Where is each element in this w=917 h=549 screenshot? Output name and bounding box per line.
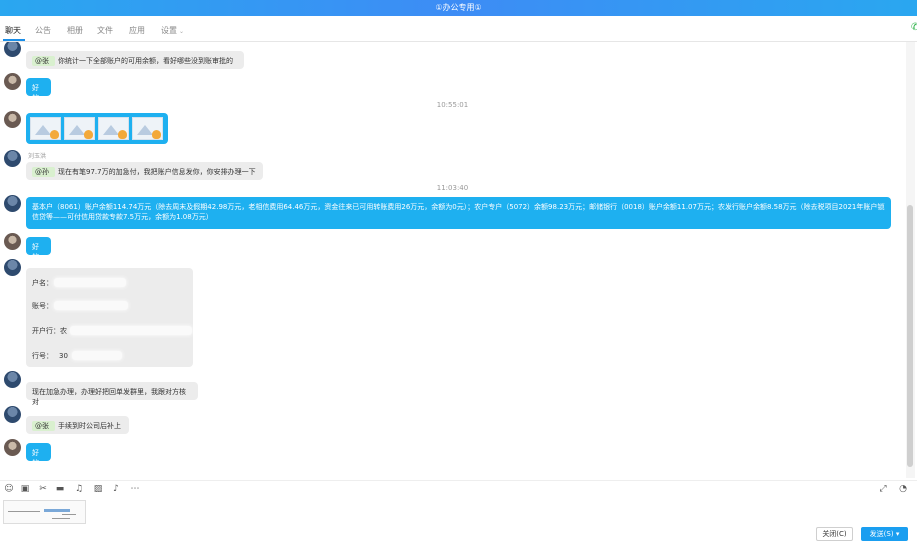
screenshot-icon[interactable]: ▣ [20,484,30,494]
avatar[interactable] [4,406,21,423]
message-text-line: 基本户（8061）账户余额114.74万元（除去周末及假期42.98万元，老相信… [32,203,885,211]
code-row: 行号： 30 [32,351,68,361]
message-bubble[interactable]: 好的 [26,78,51,102]
redacted-value [72,351,122,360]
send-button-label: 发送(S) [869,530,894,538]
scrollbar-thumb[interactable] [907,205,913,467]
hand-icon [84,130,93,139]
message-text: 现在有笔97.7万的加急付，我把账户信息发你，你安排办理一下 [58,168,256,176]
timestamp: 11:03:40 [436,184,469,192]
bell-icon[interactable]: ♪ [111,484,121,494]
hand-icon [50,130,59,139]
message-bubble[interactable]: @张 你统计一下全部账户的可用余额，看好哪些没到账审批的 [26,51,244,69]
pasted-image-preview[interactable] [3,500,86,524]
message-input[interactable] [0,498,917,549]
image-message[interactable] [26,113,168,144]
message-text: 手续到时公司后补上 [58,422,121,430]
hand-icon [118,130,127,139]
avatar[interactable] [4,195,21,212]
image-thumbnail[interactable] [64,117,95,140]
tab-settings-label: 设置 [161,26,177,35]
redacted-value [54,278,126,287]
avatar[interactable] [4,233,21,250]
message-text: 你统计一下全部账户的可用余额，看好哪些没到账审批的 [58,57,233,65]
chat-history[interactable]: @张 你统计一下全部账户的可用余额，看好哪些没到账审批的 好的 10:55:01 … [0,42,905,478]
tab-bar: 聊天 公告 相册 文件 应用 设置 ⌄ [0,18,917,42]
message-bubble[interactable]: @张 手续到时公司后补上 [26,416,129,434]
folder-icon[interactable]: ▬ [55,484,65,494]
window-title: ①办公专用① [0,0,917,16]
expand-icon[interactable]: ⤢ [878,484,888,494]
avatar[interactable] [4,150,21,167]
avatar[interactable] [4,73,21,90]
avatar[interactable] [4,259,21,276]
mention-tag: @孙 [32,167,55,177]
message-bubble[interactable]: 好的 [26,443,51,467]
message-bubble[interactable]: 现在加急办理，办理好把回单发群里，我跟对方核对 [26,382,198,406]
more-icon[interactable]: ⋯ [128,484,142,494]
tab-apps[interactable]: 应用 [129,25,145,36]
music-icon[interactable]: ♫ [74,484,84,494]
message-bubble[interactable]: 基本户（8061）账户余额114.74万元（除去周末及假期42.98万元，老相信… [26,197,891,229]
timestamp: 10:55:01 [436,101,469,109]
image-thumbnail[interactable] [132,117,163,140]
tab-chat[interactable]: 聊天 [5,25,21,36]
bank-row: 开户行：农 [32,326,67,336]
avatar[interactable] [4,111,21,128]
sender-name: 刘玉洪 [28,153,47,160]
bank-code-value: 30 [59,352,68,360]
tab-announcement[interactable]: 公告 [35,25,51,36]
send-options-icon[interactable]: ▾ [896,530,900,538]
image-thumbnail[interactable] [30,117,61,140]
chevron-down-icon: ⌄ [179,28,185,35]
mention-tag: @张 [32,421,55,431]
avatar[interactable] [4,371,21,388]
mention-tag: @张 [32,56,55,66]
message-text-line: 信贷等——可付信用贷款专款7.5万元，余额为1.08万元） [32,213,213,221]
tab-settings[interactable]: 设置 ⌄ [161,25,184,36]
message-bubble[interactable]: 好的 [26,237,51,261]
avatar[interactable] [4,439,21,456]
image-thumbnail[interactable] [98,117,129,140]
send-button[interactable]: 发送(S) ▾ [861,527,908,541]
avatar[interactable] [4,42,21,57]
phone-icon[interactable]: ✆ [911,22,917,33]
message-bubble[interactable]: @孙 现在有笔97.7万的加急付，我把账户信息发你，你安排办理一下 [26,162,263,180]
emoji-icon[interactable]: ☺ [4,484,14,494]
redacted-value [70,326,192,335]
active-tab-indicator [3,39,25,41]
scissors-icon[interactable]: ✂ [38,484,48,494]
account-info-message[interactable]: 户名： 账号： 开户行：农 行号： 30 [26,268,193,367]
close-button[interactable]: 关闭(C) [816,527,853,541]
tab-album[interactable]: 相册 [67,25,83,36]
account-name-label: 户名： [32,279,53,287]
bank-label: 开户行： [32,327,60,335]
redacted-value [54,301,128,310]
image-icon[interactable]: ▨ [93,484,103,494]
account-number-label: 账号： [32,302,53,310]
tab-files[interactable]: 文件 [97,25,113,36]
hand-icon [152,130,161,139]
bank-code-label: 行号： [32,352,53,360]
clock-icon[interactable]: ◔ [898,484,908,494]
bank-value: 农 [60,327,67,335]
